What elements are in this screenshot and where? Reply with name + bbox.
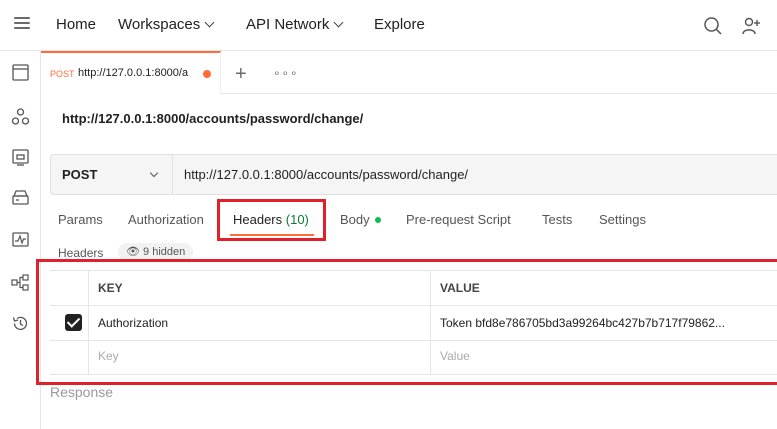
- request-tab[interactable]: POST http://127.0.0.1:8000/a: [41, 51, 221, 94]
- nav-workspaces-label: Workspaces: [118, 16, 201, 33]
- hidden-count: 9 hidden: [143, 246, 186, 258]
- highlight-box-headers: [217, 199, 326, 241]
- url-bar: POST: [50, 154, 777, 195]
- eye-icon: 👁: [126, 246, 140, 258]
- method-label: POST: [62, 167, 98, 182]
- url-input[interactable]: [184, 167, 744, 182]
- mock-servers-icon[interactable]: [11, 188, 30, 207]
- tab-method: POST: [50, 69, 75, 79]
- top-navbar: Home Workspaces API Network Explore: [0, 0, 777, 51]
- tab-params[interactable]: Params: [58, 212, 103, 227]
- method-select[interactable]: POST: [51, 155, 173, 194]
- nav-workspaces[interactable]: Workspaces: [118, 16, 215, 33]
- environments-icon[interactable]: [11, 148, 30, 167]
- flows-icon[interactable]: [11, 273, 30, 292]
- tab-tests[interactable]: Tests: [542, 212, 572, 227]
- request-title[interactable]: http://127.0.0.1:8000/accounts/password/…: [62, 111, 363, 126]
- sidebar-rail: [0, 51, 41, 429]
- body-status-dot-icon: [374, 217, 381, 223]
- tab-url: http://127.0.0.1:8000/a: [78, 67, 189, 79]
- collections-icon[interactable]: [11, 63, 30, 82]
- tab-body-label: Body: [340, 212, 370, 227]
- apis-icon[interactable]: [11, 107, 30, 126]
- nav-api-network[interactable]: API Network: [246, 16, 344, 33]
- search-icon[interactable]: [702, 15, 724, 37]
- monitors-icon[interactable]: [11, 230, 30, 249]
- tab-settings[interactable]: Settings: [599, 212, 646, 227]
- response-label[interactable]: Response: [50, 384, 113, 400]
- tab-authorization[interactable]: Authorization: [128, 212, 204, 227]
- tab-prerequest-script[interactable]: Pre-request Script: [406, 212, 511, 227]
- chevron-down-icon: [333, 17, 344, 28]
- nav-explore[interactable]: Explore: [374, 16, 425, 33]
- unsaved-dot-icon: [203, 70, 211, 78]
- history-icon[interactable]: [11, 314, 30, 333]
- nav-home[interactable]: Home: [56, 16, 96, 33]
- new-tab-plus-icon[interactable]: +: [235, 63, 247, 86]
- menu-icon[interactable]: [14, 17, 30, 31]
- request-tabs: POST http://127.0.0.1:8000/a + ∘∘∘: [41, 51, 777, 94]
- chevron-down-icon: [149, 168, 159, 178]
- headers-section-label: Headers: [58, 246, 104, 260]
- nav-api-network-label: API Network: [246, 16, 330, 33]
- highlight-box-table: [36, 259, 777, 385]
- add-user-icon[interactable]: [740, 15, 762, 37]
- chevron-down-icon: [204, 17, 215, 28]
- tab-body[interactable]: Body: [340, 212, 381, 227]
- more-options-icon[interactable]: ∘∘∘: [273, 66, 299, 80]
